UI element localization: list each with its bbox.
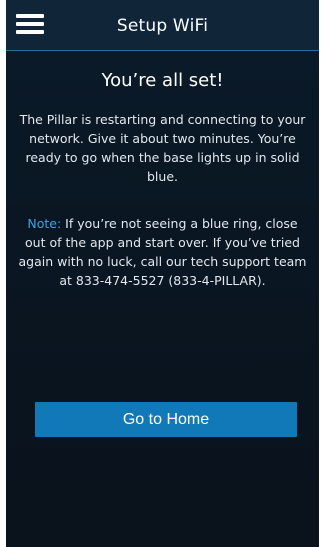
note-text: If you’re not seeing a blue ring, close … (18, 216, 307, 288)
support-note: Note: If you’re not seeing a blue ring, … (18, 214, 307, 290)
app-screen: Setup WiFi You’re all set! The Pillar is… (6, 0, 319, 547)
app-header: Setup WiFi (6, 0, 319, 51)
go-to-home-button[interactable]: Go to Home (35, 402, 297, 437)
success-heading: You’re all set! (101, 70, 224, 91)
page-title: Setup WiFi (116, 16, 209, 36)
restart-message: The Pillar is restarting and connecting … (19, 112, 306, 184)
note-label: Note: (27, 216, 62, 231)
